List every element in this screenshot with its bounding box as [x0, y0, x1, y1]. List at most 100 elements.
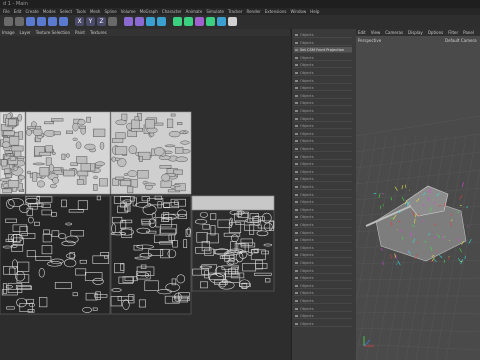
scale-icon[interactable]: [48, 17, 57, 26]
object-row[interactable]: Objects: [294, 275, 352, 282]
object-row[interactable]: Objects: [294, 176, 352, 183]
menu-item-tools[interactable]: Tools: [76, 8, 86, 15]
menu-item-animate[interactable]: Animate: [186, 8, 203, 15]
object-row[interactable]: Objects: [294, 184, 352, 190]
redo-icon[interactable]: [15, 17, 24, 26]
deformer-icon[interactable]: [195, 17, 204, 26]
y-axis-icon[interactable]: Y: [86, 17, 95, 26]
menu-item-textures[interactable]: Textures: [90, 29, 107, 36]
object-row[interactable]: Objects: [294, 252, 352, 259]
object-type-icon: [295, 224, 298, 226]
move-icon[interactable]: [37, 17, 46, 26]
environment-icon[interactable]: [206, 17, 215, 26]
object-row[interactable]: Objects: [294, 222, 352, 228]
object-row-label: Objects: [300, 276, 314, 281]
menu-item-edit[interactable]: Edit: [358, 29, 366, 36]
object-row[interactable]: Objects: [294, 199, 352, 206]
object-row[interactable]: Objects: [294, 306, 352, 312]
object-row[interactable]: Objects: [294, 138, 352, 145]
pen-icon[interactable]: [157, 17, 166, 26]
object-row[interactable]: Objects: [294, 268, 352, 274]
menu-item-tracker[interactable]: Tracker: [228, 8, 242, 15]
menu-item-view[interactable]: View: [371, 29, 381, 36]
object-row-label: Objects: [300, 223, 314, 227]
menu-item-image[interactable]: Image: [2, 29, 15, 36]
menu-item-mograph[interactable]: MoGraph: [140, 8, 158, 15]
menu-item-render[interactable]: Render: [246, 8, 260, 15]
object-row[interactable]: Objects: [294, 32, 352, 38]
uv-island: [131, 119, 140, 129]
subdivision-icon[interactable]: [173, 17, 182, 26]
z-axis-icon[interactable]: Z: [97, 17, 106, 26]
object-row[interactable]: Objects: [294, 123, 352, 130]
menu-item-help[interactable]: Help: [310, 8, 319, 15]
grid-line: [356, 151, 480, 169]
menu-item-edit[interactable]: Edit: [14, 8, 22, 15]
camera-icon[interactable]: [217, 17, 226, 26]
menu-item-modes[interactable]: Modes: [43, 8, 56, 15]
menu-item-file[interactable]: File: [3, 8, 10, 15]
menu-item-mesh[interactable]: Mesh: [90, 8, 101, 15]
object-row[interactable]: Objects: [294, 230, 352, 236]
menu-item-character[interactable]: Character: [162, 8, 182, 15]
object-row[interactable]: Objects: [294, 78, 352, 84]
viewport-camera-label[interactable]: Default Camera: [445, 38, 477, 43]
cloner-icon[interactable]: [184, 17, 193, 26]
menu-item-paint[interactable]: Paint: [75, 29, 85, 36]
menu-item-spline[interactable]: Spline: [104, 8, 116, 15]
object-type-icon: [295, 132, 298, 135]
rotate-icon[interactable]: [59, 17, 68, 26]
object-row[interactable]: Objects: [294, 85, 352, 92]
object-row[interactable]: Objects: [294, 146, 352, 152]
object-row[interactable]: Objects: [294, 298, 352, 304]
object-row[interactable]: Objects: [294, 161, 352, 168]
live-selection-icon[interactable]: [26, 17, 35, 26]
object-row[interactable]: Objects: [294, 260, 352, 266]
object-row[interactable]: Objects: [294, 93, 352, 99]
object-row[interactable]: Objects: [294, 313, 352, 320]
menu-item-panel[interactable]: Panel: [463, 29, 474, 36]
object-row[interactable]: Objects: [294, 283, 352, 289]
cube-icon[interactable]: [146, 17, 155, 26]
render-settings-icon[interactable]: [135, 17, 144, 26]
object-row-label: Objects: [300, 109, 314, 113]
menu-item-extensions[interactable]: Extensions: [265, 8, 287, 15]
object-row[interactable]: Objects: [294, 100, 352, 107]
object-row[interactable]: Objects: [294, 55, 352, 61]
menu-item-layer[interactable]: Layer: [20, 29, 31, 36]
object-row[interactable]: Objects: [294, 290, 352, 297]
object-row[interactable]: Objects: [294, 169, 352, 175]
menu-item-options[interactable]: Options: [428, 29, 443, 36]
uv-island: [115, 146, 128, 155]
coordinate-icon[interactable]: [108, 17, 117, 26]
object-row[interactable]: Objects: [294, 116, 352, 122]
light-icon[interactable]: [228, 17, 237, 26]
menu-item-texture-selection[interactable]: Texture Selection: [36, 29, 70, 36]
object-row[interactable]: Objects: [294, 62, 352, 69]
object-row[interactable]: Set CSM Front Projection: [294, 47, 352, 54]
menu-item-simulate[interactable]: Simulate: [206, 8, 224, 15]
menu-item-window[interactable]: Window: [290, 8, 306, 15]
x-axis-icon[interactable]: X: [75, 17, 84, 26]
object-type-icon: [295, 102, 298, 105]
object-row[interactable]: Objects: [294, 40, 352, 46]
uv-island: [77, 119, 86, 126]
menu-item-create[interactable]: Create: [25, 8, 38, 15]
menu-item-volume[interactable]: Volume: [121, 8, 136, 15]
object-row[interactable]: Objects: [294, 207, 352, 213]
object-row[interactable]: Objects: [294, 108, 352, 114]
object-row[interactable]: Objects: [294, 321, 352, 327]
object-row[interactable]: Objects: [294, 214, 352, 221]
object-row[interactable]: Objects: [294, 237, 352, 244]
menu-item-filter[interactable]: Filter: [448, 29, 458, 36]
object-row[interactable]: Objects: [294, 192, 352, 198]
menu-item-display[interactable]: Display: [408, 29, 423, 36]
menu-item-select[interactable]: Select: [60, 8, 72, 15]
object-row[interactable]: Objects: [294, 131, 352, 137]
undo-icon[interactable]: [4, 17, 13, 26]
object-row[interactable]: Objects: [294, 245, 352, 251]
menu-item-cameras[interactable]: Cameras: [385, 29, 403, 36]
object-row[interactable]: Objects: [294, 70, 352, 76]
render-view-icon[interactable]: [124, 17, 133, 26]
object-row[interactable]: Objects: [294, 154, 352, 160]
